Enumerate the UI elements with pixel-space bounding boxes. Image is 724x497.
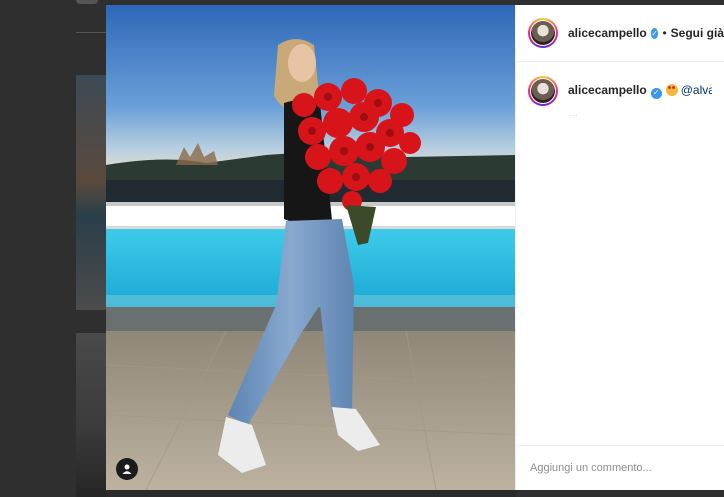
follow-status-button[interactable]: Segui già	[671, 26, 724, 40]
follow-separator: •	[662, 26, 667, 40]
emoji-icon	[665, 84, 678, 96]
background-corner	[76, 0, 98, 4]
post-sidebar: alicecampello ✓ • Segui già alicecampell…	[515, 5, 724, 490]
avatar-photo	[531, 79, 555, 103]
avatar-photo	[531, 21, 555, 45]
post-photo[interactable]	[106, 5, 515, 490]
background-post-thumbnail[interactable]	[76, 75, 106, 310]
avatar[interactable]	[528, 76, 558, 106]
caption-username[interactable]: alicecampello	[568, 83, 647, 97]
post-photo-image	[106, 5, 515, 490]
caption-comment: alicecampello✓ @alvarom	[516, 62, 724, 106]
verified-badge-icon: ✓	[650, 87, 662, 99]
verified-badge-icon: ✓	[650, 27, 659, 39]
add-comment-bar	[516, 445, 724, 490]
background-post-thumbnail[interactable]	[106, 490, 516, 497]
avatar[interactable]	[528, 18, 558, 48]
user-tag-icon	[122, 464, 132, 474]
comment-input[interactable]	[528, 461, 712, 475]
background-post-thumbnail[interactable]	[76, 333, 106, 497]
caption-text: alicecampello✓ @alvarom	[568, 76, 712, 99]
post-header: alicecampello ✓ • Segui già	[516, 5, 724, 62]
caption-loading-dots: ...	[569, 109, 579, 118]
background-divider	[76, 32, 106, 33]
user-tag-button[interactable]	[116, 458, 138, 480]
caption-mention-link[interactable]: @alvarom	[681, 83, 712, 97]
post-modal: alicecampello ✓ • Segui già alicecampell…	[106, 5, 724, 490]
header-username[interactable]: alicecampello	[568, 26, 647, 40]
